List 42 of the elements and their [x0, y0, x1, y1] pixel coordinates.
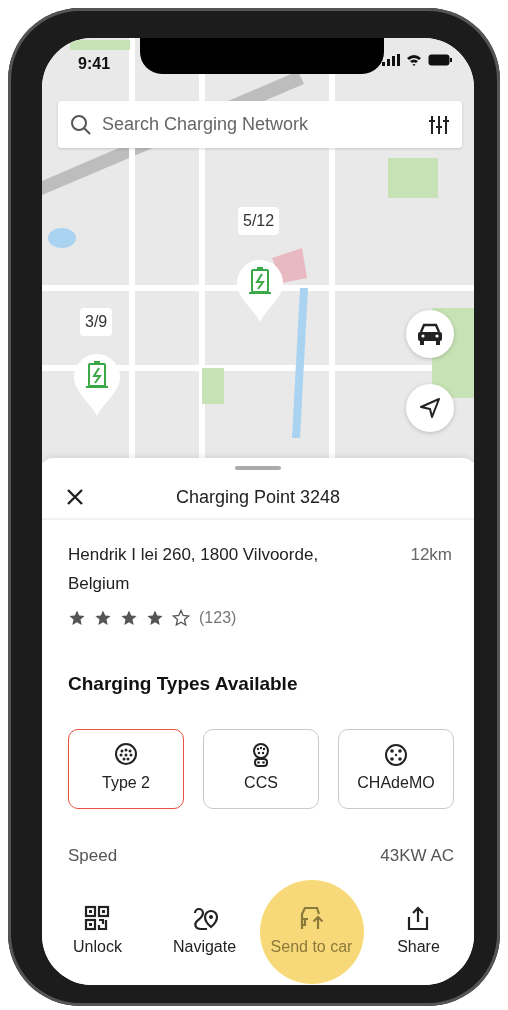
charging-pin-icon[interactable]	[235, 258, 285, 324]
detail-value: 43KW AC	[380, 844, 454, 867]
wifi-icon	[406, 54, 422, 66]
car-icon	[416, 322, 444, 346]
qr-code-icon	[83, 905, 112, 931]
star-icon	[120, 609, 138, 627]
section-heading: Charging Types Available	[67, 672, 299, 696]
building	[272, 248, 307, 283]
review-count: (123)	[199, 608, 237, 628]
search-input[interactable]: Search Charging Network	[100, 110, 420, 139]
address-text: Hendrik I lei 260, 1800 Vilvoorde, Belgium	[68, 544, 320, 595]
action-button[interactable]: Navigate	[152, 880, 257, 984]
park	[388, 158, 438, 198]
status-time: 9:41	[78, 54, 111, 74]
signal-icon	[382, 54, 400, 66]
action-button[interactable]: Unlock	[45, 880, 150, 984]
search-icon	[70, 113, 92, 136]
star-icon	[146, 609, 164, 627]
connector-type-button[interactable]: CCS	[203, 728, 319, 809]
search-field[interactable]: Search Charging Network	[58, 101, 462, 148]
close-icon[interactable]	[66, 488, 84, 506]
filter-icon[interactable]	[428, 113, 450, 136]
pin-count: 5/12	[238, 207, 280, 235]
park	[70, 40, 130, 50]
star-icon	[94, 609, 112, 627]
distance-text: 12km	[410, 544, 452, 566]
star-icon	[68, 609, 86, 627]
charging-pin-icon[interactable]	[72, 352, 122, 418]
park	[202, 368, 224, 404]
connector-icon	[384, 742, 408, 767]
navigation-arrow-icon	[419, 397, 441, 419]
battery-icon	[428, 54, 452, 66]
detail-label: Speed	[68, 844, 118, 867]
star-icon	[172, 609, 190, 627]
sheet-title: Charging Point 3248	[174, 485, 342, 509]
connector-icon	[114, 742, 138, 767]
pin-count: 3/9	[80, 308, 113, 336]
action-button[interactable]: Share	[366, 880, 471, 984]
connector-type-button[interactable]: CHAdeMO	[338, 728, 454, 809]
lake	[48, 228, 76, 248]
drag-handle[interactable]	[235, 466, 281, 470]
connector-type-button[interactable]: Type 2	[68, 728, 184, 809]
